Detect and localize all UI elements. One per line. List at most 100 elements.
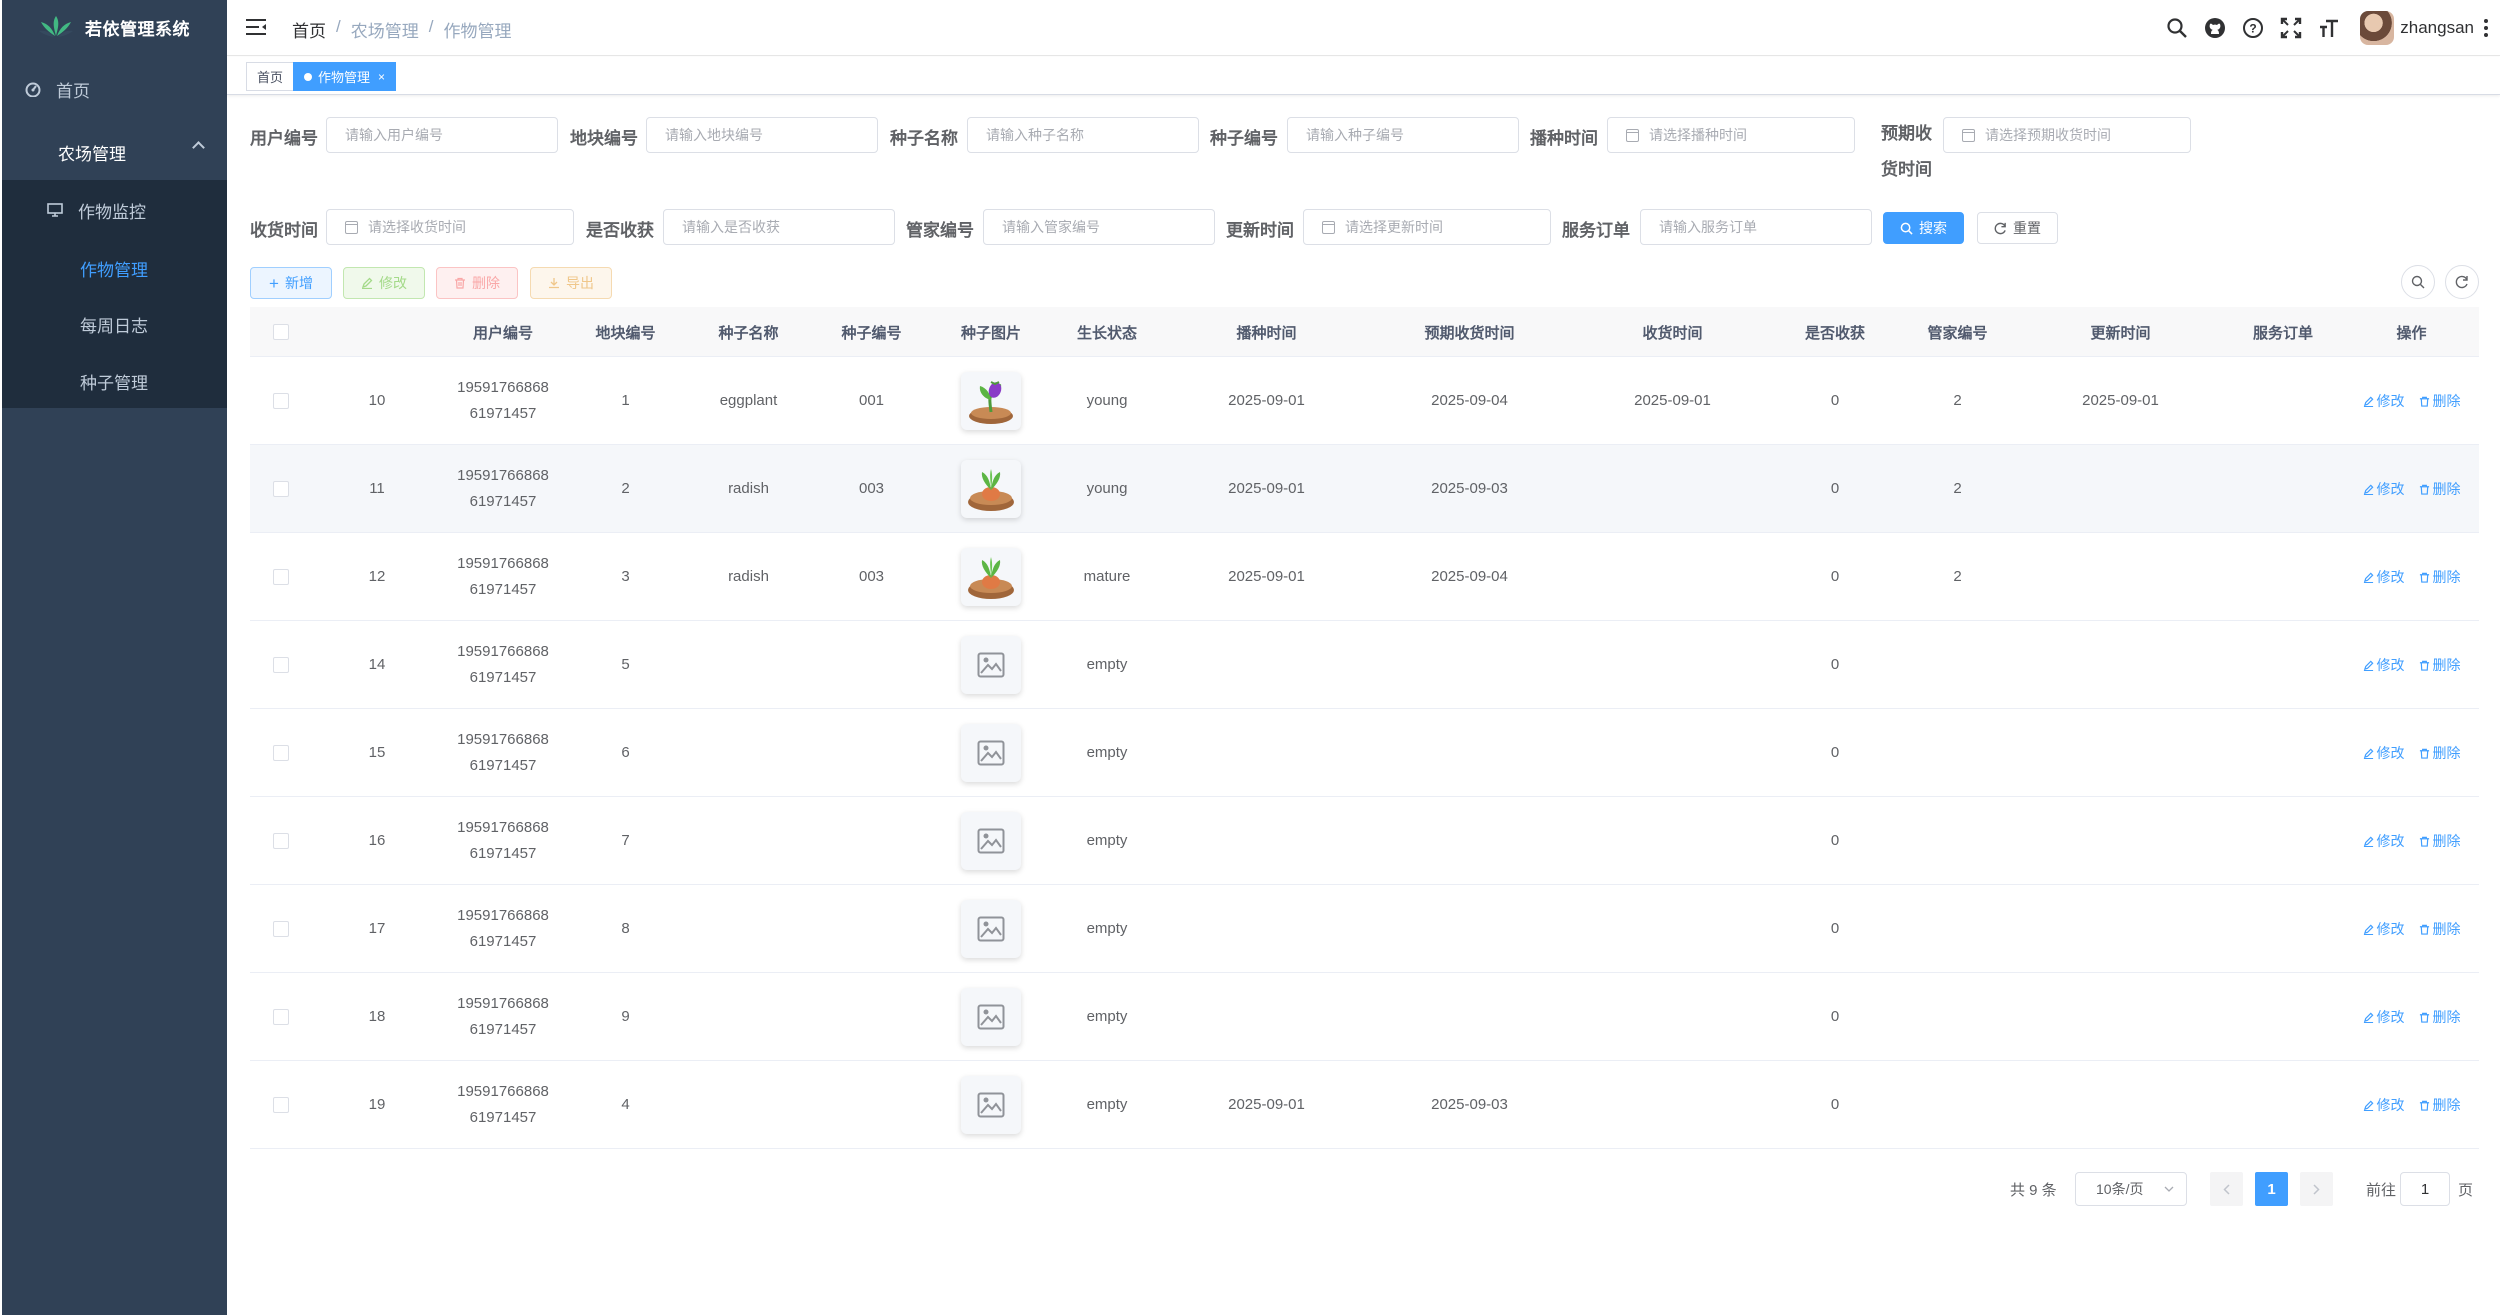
expected-harvest-picker[interactable]: 请选择预期收货时间 — [1943, 117, 2191, 153]
row-actions: 修改 删除 — [2344, 973, 2479, 1061]
prev-page-button[interactable] — [2210, 1172, 2243, 1206]
harvest-time-picker[interactable]: 请选择收货时间 — [326, 209, 574, 245]
seed-image-radish[interactable] — [961, 548, 1021, 606]
row-checkbox[interactable] — [273, 1097, 289, 1113]
harvested-input[interactable]: 请输入是否收获 — [663, 209, 895, 245]
table-row[interactable]: 14 19591766868 61971457 5 empty 0 修改 删除 — [250, 621, 2479, 709]
toggle-search-button[interactable] — [2401, 265, 2435, 299]
row-checkbox[interactable] — [273, 1009, 289, 1025]
next-page-button[interactable] — [2300, 1172, 2333, 1206]
sidebar-item-crop-monitor[interactable]: 作物监控 — [2, 193, 227, 227]
table-row[interactable]: 12 19591766868 61971457 3 radish 003 mature 202… — [250, 533, 2479, 621]
service-order-input[interactable]: 请输入服务订单 — [1640, 209, 1872, 245]
image-placeholder-icon[interactable] — [961, 724, 1021, 782]
row-edit-button[interactable]: 修改 — [2363, 1004, 2405, 1030]
reset-button[interactable]: 重置 — [1977, 212, 2058, 244]
row-delete-button[interactable]: 删除 — [2419, 652, 2461, 678]
goto-page-input[interactable]: 1 — [2400, 1172, 2450, 1206]
row-checkbox[interactable] — [273, 569, 289, 585]
breadcrumb-item-home[interactable]: 首页 — [292, 17, 326, 42]
username[interactable]: zhangsan — [2400, 18, 2474, 38]
sow-time-picker[interactable]: 请选择播种时间 — [1607, 117, 1855, 153]
row-edit-button[interactable]: 修改 — [2363, 652, 2405, 678]
avatar[interactable] — [2360, 11, 2395, 45]
image-placeholder-icon[interactable] — [961, 812, 1021, 870]
row-edit-button[interactable]: 修改 — [2363, 564, 2405, 590]
table-row[interactable]: 10 19591766868 61971457 1 eggplant 001 young 20… — [250, 357, 2479, 445]
image-placeholder-icon[interactable] — [961, 636, 1021, 694]
sidebar-item-label: 作物监控 — [78, 202, 146, 222]
image-placeholder-icon[interactable] — [961, 988, 1021, 1046]
row-checkbox[interactable] — [273, 833, 289, 849]
page-button-current[interactable]: 1 — [2255, 1172, 2288, 1206]
cell-plot: 4 — [621, 1096, 630, 1113]
sidebar-item-farm[interactable]: 农场管理 — [2, 135, 227, 169]
breadcrumb-item-farm[interactable]: 农场管理 — [351, 17, 419, 42]
user-no-input[interactable]: 请输入用户编号 — [326, 117, 558, 153]
question-icon[interactable]: ? — [2234, 0, 2272, 56]
keeper-no-input[interactable]: 请输入管家编号 — [983, 209, 1215, 245]
row-delete-button[interactable]: 删除 — [2419, 564, 2461, 590]
table-row[interactable]: 16 19591766868 61971457 7 empty 0 修改 删除 — [250, 797, 2479, 885]
row-edit-button[interactable]: 修改 — [2363, 916, 2405, 942]
table-row[interactable]: 17 19591766868 61971457 8 empty 0 修改 删除 — [250, 885, 2479, 973]
row-delete-button[interactable]: 删除 — [2419, 740, 2461, 766]
select-all-checkbox[interactable] — [273, 324, 289, 340]
row-edit-button[interactable]: 修改 — [2363, 476, 2405, 502]
tag-crop-management[interactable]: 作物管理 × — [293, 62, 397, 91]
plot-no-input[interactable]: 请输入地块编号 — [646, 117, 878, 153]
delete-button[interactable]: 删除 — [436, 267, 518, 299]
trash-icon — [2419, 484, 2429, 495]
edit-button[interactable]: 修改 — [343, 267, 425, 299]
row-checkbox[interactable] — [273, 393, 289, 409]
row-edit-button[interactable]: 修改 — [2363, 1092, 2405, 1118]
label-update-time: 更新时间 — [1226, 221, 1294, 240]
row-checkbox[interactable] — [273, 481, 289, 497]
github-icon[interactable] — [2196, 0, 2234, 56]
row-checkbox[interactable] — [273, 921, 289, 937]
seed-image-eggplant[interactable] — [961, 372, 1021, 430]
row-edit-button[interactable]: 修改 — [2363, 828, 2405, 854]
seed-name-input[interactable]: 请输入种子名称 — [967, 117, 1199, 153]
row-delete-button[interactable]: 删除 — [2419, 828, 2461, 854]
row-delete-button[interactable]: 删除 — [2419, 1004, 2461, 1030]
table-row[interactable]: 18 19591766868 61971457 9 empty 0 修改 删除 — [250, 973, 2479, 1061]
row-delete-button[interactable]: 删除 — [2419, 388, 2461, 414]
row-checkbox[interactable] — [273, 745, 289, 761]
row-edit-button[interactable]: 修改 — [2363, 740, 2405, 766]
add-button[interactable]: + 新增 — [250, 267, 332, 299]
export-button[interactable]: 导出 — [530, 267, 612, 299]
fullscreen-icon[interactable] — [2272, 0, 2310, 56]
image-placeholder-icon[interactable] — [961, 900, 1021, 958]
row-edit-button[interactable]: 修改 — [2363, 388, 2405, 414]
table-row[interactable]: 19 19591766868 61971457 4 empty 2025-09-01 202… — [250, 1061, 2479, 1149]
search-icon[interactable] — [2158, 0, 2196, 56]
row-checkbox[interactable] — [273, 657, 289, 673]
sidebar-item-crop-management[interactable]: 作物管理 — [2, 251, 227, 285]
tag-home[interactable]: 首页 — [246, 62, 295, 91]
cell-updated — [2019, 973, 2222, 1061]
search-button[interactable]: 搜索 — [1883, 212, 1964, 244]
image-placeholder-icon[interactable] — [961, 1076, 1021, 1134]
sidebar-item-home[interactable]: 首页 — [2, 72, 227, 106]
seed-no-input[interactable]: 请输入种子编号 — [1287, 117, 1519, 153]
row-delete-button[interactable]: 删除 — [2419, 1092, 2461, 1118]
sidebar-item-seed-management[interactable]: 种子管理 — [2, 364, 227, 398]
seed-image-radish[interactable] — [961, 460, 1021, 518]
table-row[interactable]: 11 19591766868 61971457 2 radish 003 young 2025… — [250, 445, 2479, 533]
more-vertical-icon[interactable] — [2484, 19, 2488, 37]
update-time-picker[interactable]: 请选择更新时间 — [1303, 209, 1551, 245]
table-row[interactable]: 15 19591766868 61971457 6 empty 0 修改 删除 — [250, 709, 2479, 797]
page-size-select[interactable]: 10条/页 — [2075, 1172, 2187, 1206]
close-icon[interactable]: × — [378, 70, 385, 84]
cell-seed-no: 001 — [858, 392, 885, 409]
header-cell — [312, 307, 442, 357]
header-select-all — [250, 307, 312, 357]
row-delete-button[interactable]: 删除 — [2419, 476, 2461, 502]
font-size-icon[interactable] — [2310, 0, 2348, 56]
row-actions: 修改 删除 — [2344, 445, 2479, 533]
sidebar-item-weekly-log[interactable]: 每周日志 — [2, 307, 227, 341]
row-delete-button[interactable]: 删除 — [2419, 916, 2461, 942]
hamburger-icon[interactable] — [245, 16, 267, 38]
refresh-button[interactable] — [2445, 265, 2479, 299]
